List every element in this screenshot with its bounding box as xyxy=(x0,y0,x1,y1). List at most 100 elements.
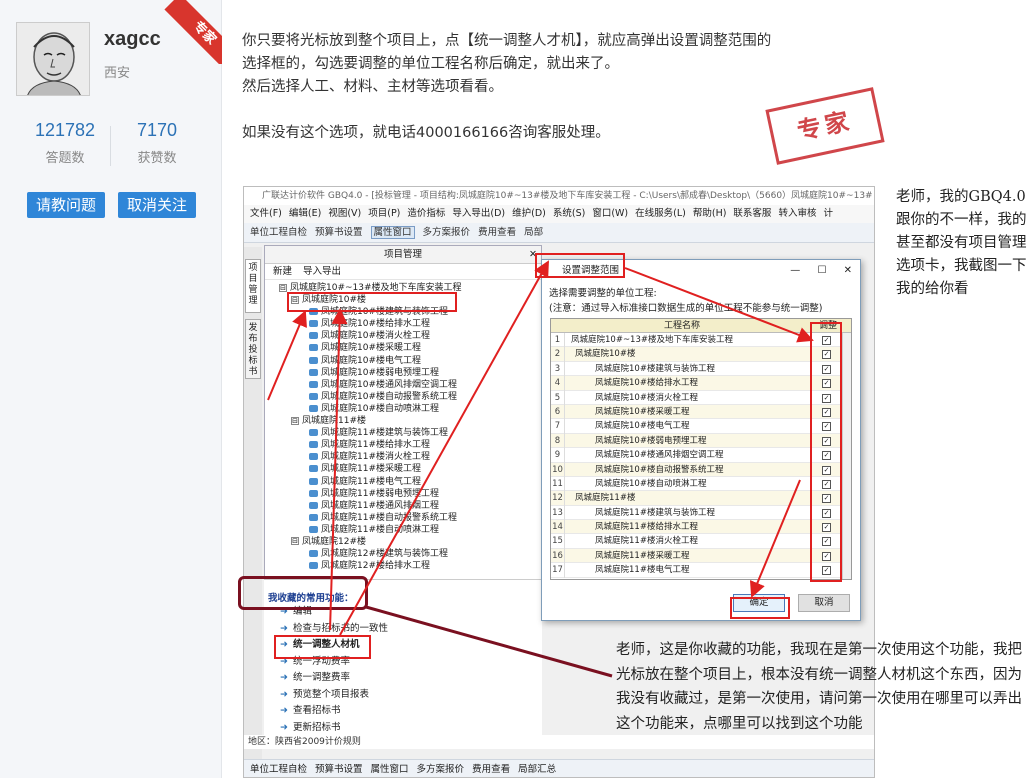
adjust-checkbox[interactable]: ✓ xyxy=(822,479,831,489)
menu-item[interactable]: 造价指标 xyxy=(407,208,445,219)
table-row[interactable]: 5 凤城庭院10#楼消火栓工程 ✓ xyxy=(551,390,851,405)
tree-node[interactable]: 凤城庭院10#楼建筑与装饰工程 xyxy=(279,306,541,318)
favorite-item[interactable]: ➜ 更新招标书 xyxy=(264,720,542,737)
collapse-icon[interactable]: ⊟ xyxy=(291,537,299,546)
menu-item[interactable]: 编辑(E) xyxy=(289,208,321,219)
table-row[interactable]: 11 凤城庭院10#楼自动喷淋工程 ✓ xyxy=(551,476,851,492)
table-row[interactable]: 16 凤城庭院11#楼采暖工程 ✓ xyxy=(551,548,851,564)
adjust-checkbox[interactable]: ✓ xyxy=(822,451,831,461)
adjust-checkbox[interactable]: ✓ xyxy=(822,407,831,417)
table-row[interactable]: 1 凤城庭院10#~13#楼及地下车库安装工程 ✓ xyxy=(551,333,851,348)
table-row[interactable]: 7 凤城庭院10#楼电气工程 ✓ xyxy=(551,419,851,434)
adjust-checkbox[interactable]: ✓ xyxy=(822,494,831,504)
adjust-checkbox[interactable]: ✓ xyxy=(822,350,831,360)
adjust-checkbox[interactable]: ✓ xyxy=(822,422,831,432)
tree-node[interactable]: ⊟ 凤城庭院10#楼 xyxy=(279,294,541,306)
adjust-checkbox[interactable]: ✓ xyxy=(822,436,831,446)
tree-node[interactable]: 凤城庭院10#楼弱电预埋工程 xyxy=(279,367,541,379)
collapse-icon[interactable]: ⊟ xyxy=(291,416,299,425)
adjust-checkbox[interactable]: ✓ xyxy=(822,336,831,345)
tree-node[interactable]: 凤城庭院12#楼给排水工程 xyxy=(279,560,541,572)
tree-node[interactable]: 凤城庭院10#楼电气工程 xyxy=(279,355,541,367)
tree-node[interactable]: 凤城庭院11#楼通风排烟工程 xyxy=(279,500,541,512)
toolbar-button[interactable]: 预算书设置 xyxy=(315,764,363,775)
tree-node[interactable]: 凤城庭院11#楼弱电预埋工程 xyxy=(279,488,541,500)
tree-node[interactable]: 凤城庭院11#楼采暖工程 xyxy=(279,463,541,475)
tree-node[interactable]: 凤城庭院11#楼给排水工程 xyxy=(279,439,541,451)
tree-node[interactable]: 凤城庭院10#楼自动报警系统工程 xyxy=(279,391,541,403)
collapse-icon[interactable]: ⊟ xyxy=(279,283,287,292)
table-row[interactable]: 15 凤城庭院11#楼消火栓工程 ✓ xyxy=(551,534,851,549)
menu-item[interactable]: 导入导出(D) xyxy=(452,208,505,219)
table-row[interactable]: 4 凤城庭院10#楼给排水工程 ✓ xyxy=(551,376,851,391)
toolbar-button[interactable]: 费用查看 xyxy=(478,227,516,238)
adjust-checkbox[interactable]: ✓ xyxy=(822,523,831,533)
favorite-item[interactable]: ➜ 统一调整费率 xyxy=(264,670,542,687)
table-row[interactable]: 2 凤城庭院10#楼 ✓ xyxy=(551,347,851,362)
maximize-icon[interactable]: ☐ xyxy=(817,265,826,276)
tree-node[interactable]: ⊟ 凤城庭院12#楼 xyxy=(279,536,541,548)
menu-item[interactable]: 系统(S) xyxy=(553,208,585,219)
adjust-checkbox[interactable]: ✓ xyxy=(822,465,831,475)
table-row[interactable]: 12 凤城庭院11#楼 ✓ xyxy=(551,491,851,506)
menu-item[interactable]: 项目(P) xyxy=(368,208,400,219)
adjust-checkbox[interactable]: ✓ xyxy=(822,393,831,403)
adjust-checkbox[interactable]: ✓ xyxy=(822,379,831,389)
minimize-icon[interactable]: — xyxy=(790,265,800,276)
toolbar-button[interactable]: 单位工程自检 xyxy=(250,764,307,775)
tree-node[interactable]: 凤城庭院11#楼自动喷淋工程 xyxy=(279,524,541,536)
scrollbar[interactable] xyxy=(842,333,851,579)
tab-publish-bid[interactable]: 发布投标书 xyxy=(245,319,261,379)
menu-item[interactable]: 计 xyxy=(823,208,833,219)
toolbar-button[interactable]: 局部汇总 xyxy=(518,764,556,775)
tree-node[interactable]: 凤城庭院10#楼通风排烟空调工程 xyxy=(279,379,541,391)
new-button[interactable]: 新建 xyxy=(273,266,292,277)
table-row[interactable]: 8 凤城庭院10#楼弱电预埋工程 ✓ xyxy=(551,433,851,449)
menu-item[interactable]: 转入审核 xyxy=(778,208,816,219)
tree-node[interactable]: 凤城庭院12#楼建筑与装饰工程 xyxy=(279,548,541,560)
ok-button[interactable]: 确定 xyxy=(733,594,785,612)
menu-item[interactable]: 窗口(W) xyxy=(592,208,628,219)
close-icon[interactable]: ✕ xyxy=(529,246,537,264)
menu-item[interactable]: 联系客服 xyxy=(733,208,771,219)
tree-node[interactable]: 凤城庭院10#楼自动喷淋工程 xyxy=(279,403,541,415)
table-row[interactable]: 6 凤城庭院10#楼采暖工程 ✓ xyxy=(551,404,851,420)
tab-project-management[interactable]: 项目管理 xyxy=(245,259,261,313)
tree-node[interactable]: 凤城庭院11#楼消火栓工程 xyxy=(279,451,541,463)
toolbar-button[interactable]: 单位工程自检 xyxy=(250,227,307,238)
menu-item[interactable]: 视图(V) xyxy=(328,208,361,219)
import-export-button[interactable]: 导入导出 xyxy=(303,266,341,277)
favorite-item[interactable]: ➜ 统一调整人材机 xyxy=(264,637,542,654)
favorite-item[interactable]: ➜ 检查与招标书的一致性 xyxy=(264,621,542,638)
username[interactable]: xagcc xyxy=(104,28,161,51)
tree-node[interactable]: ⊟ 凤城庭院11#楼 xyxy=(279,415,541,427)
favorite-item[interactable]: ➜ 编辑 xyxy=(264,604,542,621)
menu-item[interactable]: 帮助(H) xyxy=(693,208,727,219)
menu-item[interactable]: 文件(F) xyxy=(250,208,282,219)
tree-node[interactable]: 凤城庭院11#楼建筑与装饰工程 xyxy=(279,427,541,439)
table-row[interactable]: 13 凤城庭院11#楼建筑与装饰工程 ✓ xyxy=(551,505,851,521)
menu-item[interactable]: 在线服务(L) xyxy=(635,208,686,219)
favorite-item[interactable]: ➜ 查看招标书 xyxy=(264,703,542,720)
unfollow-button[interactable]: 取消关注 xyxy=(118,192,196,218)
favorite-item[interactable]: ➜ 预览整个项目报表 xyxy=(264,687,542,704)
ask-question-button[interactable]: 请教问题 xyxy=(27,192,105,218)
toolbar-button[interactable]: 多方案报价 xyxy=(417,764,465,775)
adjust-checkbox[interactable]: ✓ xyxy=(822,537,831,547)
table-row[interactable]: 14 凤城庭院11#楼给排水工程 ✓ xyxy=(551,520,851,535)
toolbar-button[interactable]: 局部 xyxy=(524,227,543,238)
tree-node[interactable]: 凤城庭院11#楼自动报警系统工程 xyxy=(279,512,541,524)
toolbar-button[interactable]: 属性窗口 xyxy=(370,226,415,239)
tree-node[interactable]: 凤城庭院10#楼给排水工程 xyxy=(279,318,541,330)
table-row[interactable]: 9 凤城庭院10#楼通风排烟空调工程 ✓ xyxy=(551,448,851,463)
favorite-item[interactable]: ➜ 统一浮动费率 xyxy=(264,654,542,671)
table-row[interactable]: 3 凤城庭院10#楼建筑与装饰工程 ✓ xyxy=(551,361,851,377)
toolbar-button[interactable]: 费用查看 xyxy=(472,764,510,775)
table-row[interactable]: 17 凤城庭院11#楼电气工程 ✓ xyxy=(551,563,851,578)
menu-item[interactable]: 维护(D) xyxy=(512,208,546,219)
tree-node[interactable]: ⊟ 凤城庭院10#~13#楼及地下车库安装工程 xyxy=(279,282,541,294)
adjust-checkbox[interactable]: ✓ xyxy=(822,364,831,374)
tree-node[interactable]: 凤城庭院11#楼电气工程 xyxy=(279,476,541,488)
avatar[interactable] xyxy=(16,22,90,96)
table-row[interactable]: 10 凤城庭院10#楼自动报警系统工程 ✓ xyxy=(551,462,851,477)
